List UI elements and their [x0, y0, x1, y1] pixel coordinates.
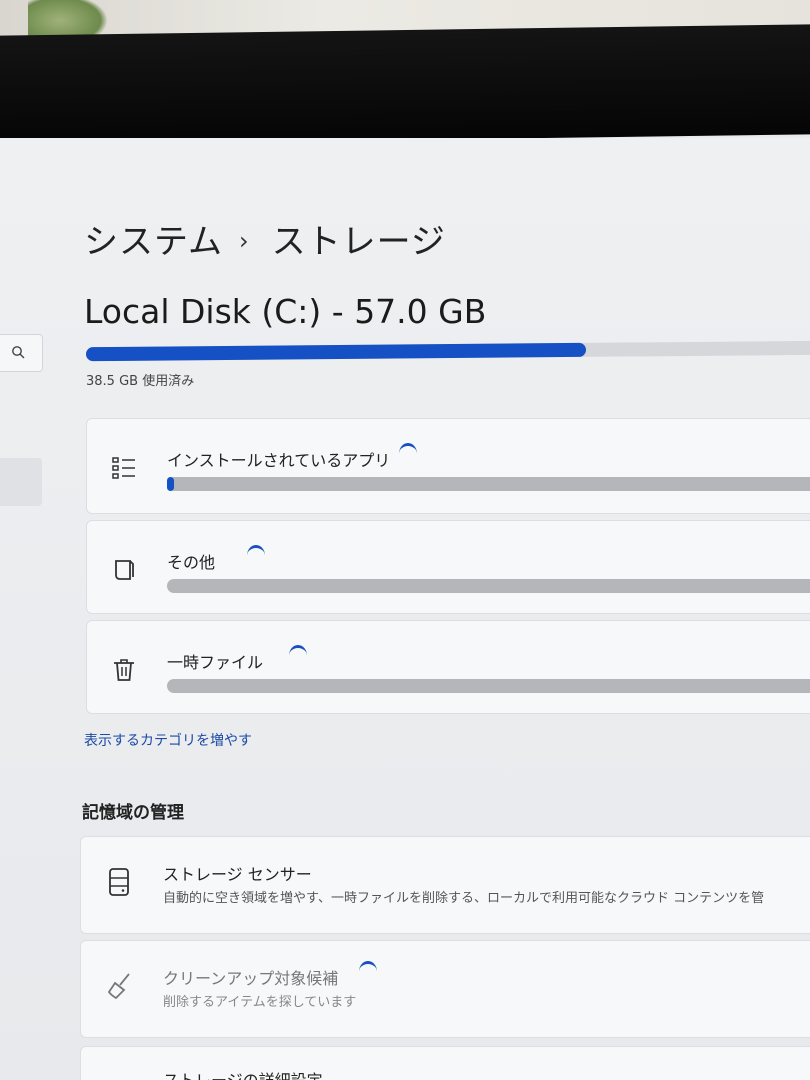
category-label: インストールされているアプリ	[167, 451, 391, 470]
show-more-categories-link[interactable]: 表示するカテゴリを増やす	[84, 730, 252, 750]
loading-spinner-icon	[399, 443, 417, 464]
storage-management-heading: 記憶域の管理	[82, 803, 184, 823]
monitor-bezel	[0, 24, 810, 146]
search-icon	[12, 346, 25, 359]
breadcrumb-separator: ›	[238, 227, 250, 255]
broom-icon	[107, 973, 130, 1000]
disk-usage-fill	[85, 342, 586, 362]
category-usage-fill	[167, 477, 174, 491]
breadcrumb-current: ストレージ	[271, 222, 446, 262]
category-usage-bar	[167, 477, 810, 491]
settings-window: システム › ストレージ Local Disk (C:) - 57.0 GB 38.…	[0, 138, 810, 1080]
storage-sense-item[interactable]: ストレージ センサー 自動的に空き領域を増やす、一時ファイルを削除する、ローカル…	[80, 836, 810, 934]
category-installed-apps[interactable]: インストールされているアプリ	[86, 418, 810, 514]
disk-usage-bar	[85, 340, 810, 362]
category-label: その他	[167, 553, 216, 572]
breadcrumb: システム › ストレージ	[84, 214, 446, 263]
category-temp-files[interactable]: 一時ファイル	[86, 620, 810, 714]
disk-title: Local Disk (C:) - 57.0 GB	[84, 292, 487, 331]
app-list-icon	[112, 457, 135, 479]
cleanup-title: クリーンアップ対象候補	[163, 969, 339, 988]
category-label: 一時ファイル	[167, 653, 264, 672]
storage-drive-icon	[109, 868, 129, 896]
breadcrumb-parent[interactable]: システム	[84, 222, 223, 262]
document-icon	[115, 560, 134, 580]
disk-used-text: 38.5 GB 使用済み	[86, 374, 195, 389]
sidebar-selected-item[interactable]	[0, 458, 42, 506]
category-usage-bar	[167, 679, 810, 693]
category-usage-bar	[167, 579, 810, 593]
category-other[interactable]: その他	[86, 520, 810, 614]
loading-spinner-icon	[247, 545, 265, 566]
trash-icon	[114, 659, 134, 681]
cleanup-recommendations-item[interactable]: クリーンアップ対象候補 削除するアイテムを探しています	[80, 940, 810, 1038]
storage-sense-title: ストレージ センサー	[163, 865, 312, 884]
advanced-storage-settings-item[interactable]: ストレージの詳細設定	[80, 1046, 810, 1080]
advanced-storage-title: ストレージの詳細設定	[163, 1067, 323, 1080]
loading-spinner-icon	[289, 645, 307, 666]
cleanup-subtitle: 削除するアイテムを探しています	[163, 995, 357, 1010]
storage-sense-subtitle: 自動的に空き領域を増やす、一時ファイルを削除する、ローカルで利用可能なクラウド …	[163, 891, 765, 906]
loading-spinner-icon	[359, 961, 377, 982]
sidebar-search-button[interactable]	[0, 334, 43, 372]
plant-leaf	[28, 0, 108, 38]
